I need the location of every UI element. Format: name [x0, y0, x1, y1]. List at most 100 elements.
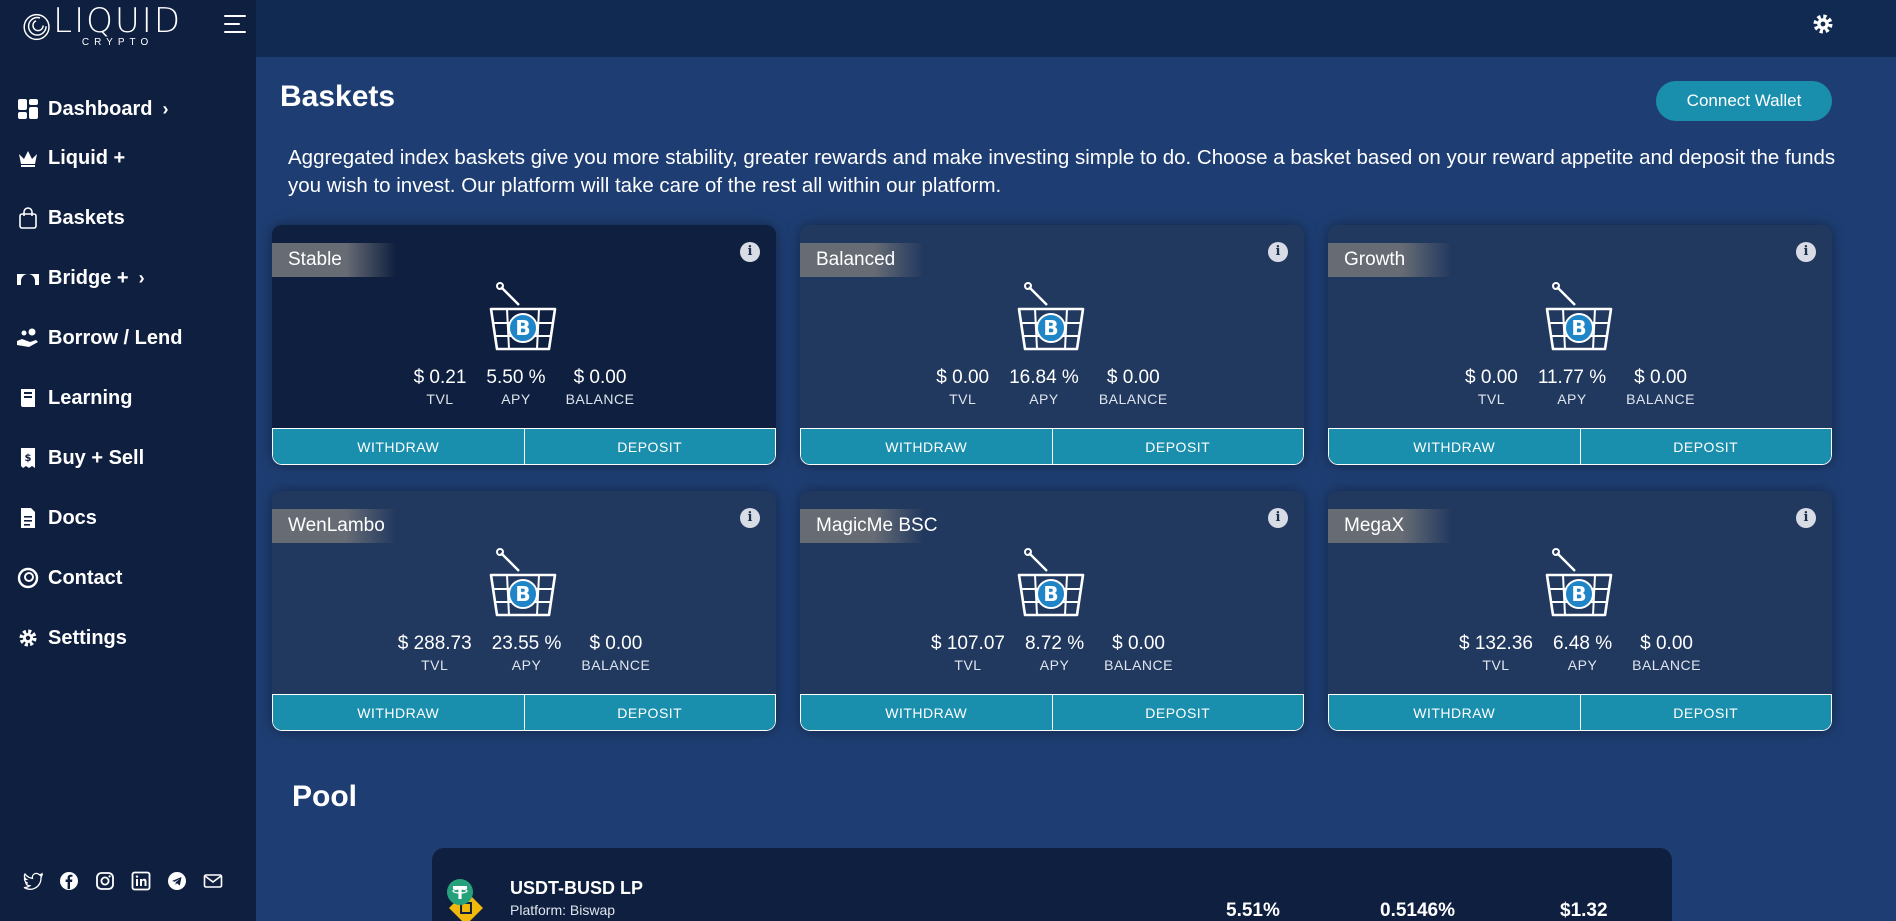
pool-row[interactable]: USDT-BUSD LP Platform: Biswap 5.51% 0.51…	[432, 848, 1672, 921]
info-icon[interactable]: i	[740, 242, 760, 262]
balance-stat: $ 0.00 BALANCE	[1632, 633, 1701, 675]
sidebar-item-baskets[interactable]: Baskets	[0, 188, 256, 248]
shopping-bag-icon	[16, 206, 40, 230]
pool-value: $1.32	[1560, 900, 1608, 921]
withdraw-button[interactable]: WITHDRAW	[801, 429, 1052, 464]
basket-name: MagicMe BSC	[800, 509, 937, 543]
basket-stats: $ 0.21 TVL 5.50 % APY $ 0.00 BALANCE	[272, 367, 776, 409]
withdraw-button[interactable]: WITHDRAW	[1329, 695, 1580, 730]
facebook-icon[interactable]	[58, 870, 80, 892]
pool-name: USDT-BUSD LP	[510, 878, 644, 898]
pool-platform: Platform: Biswap	[510, 902, 616, 918]
dashboard-icon	[16, 97, 40, 121]
apy-label: APY	[1557, 391, 1587, 407]
mail-icon[interactable]	[202, 870, 224, 892]
apy-stat: 6.48 % APY	[1553, 633, 1612, 675]
tvl-label: TVL	[1482, 657, 1510, 673]
sidebar-item-buy-sell[interactable]: $ Buy + Sell	[0, 428, 256, 488]
apy-value: 11.77 %	[1537, 367, 1607, 388]
basket-stats: $ 0.00 TVL 16.84 % APY $ 0.00 BALANCE	[800, 367, 1304, 409]
basket-actions: WITHDRAW DEPOSIT	[800, 694, 1304, 731]
sidebar-item-settings[interactable]: Settings	[0, 608, 256, 668]
deposit-button[interactable]: DEPOSIT	[523, 429, 775, 464]
sidebar-item-label: Bridge +	[48, 266, 129, 289]
apy-stat: 16.84 % APY	[1009, 367, 1079, 409]
sidebar-item-bridge[interactable]: Bridge + ›	[0, 248, 256, 308]
apy-label: APY	[501, 391, 531, 407]
sidebar-item-dashboard[interactable]: Dashboard ›	[0, 90, 256, 128]
apy-stat: 23.55 % APY	[492, 633, 562, 675]
sidebar-item-label: Settings	[48, 626, 127, 649]
spiral-logo-icon	[23, 13, 50, 41]
sidebar-item-docs[interactable]: Docs	[0, 488, 256, 548]
sidebar-item-contact[interactable]: Contact	[0, 548, 256, 608]
deposit-button[interactable]: DEPOSIT	[1051, 429, 1303, 464]
crown-icon	[16, 146, 40, 170]
sidebar-item-liquid-plus[interactable]: Liquid +	[0, 128, 256, 188]
svg-text:B: B	[515, 582, 530, 606]
withdraw-button[interactable]: WITHDRAW	[801, 695, 1052, 730]
basket-card: MagicMe BSC i B $ 107.07 TVL 8.72 % APY …	[800, 491, 1304, 731]
balance-label: BALANCE	[1098, 391, 1168, 407]
basket-bitcoin-icon: B	[1017, 548, 1085, 617]
hand-coins-icon	[16, 326, 40, 350]
withdraw-button[interactable]: WITHDRAW	[273, 695, 524, 730]
balance-stat: $ 0.00 BALANCE	[1626, 367, 1695, 409]
sidebar-nav: Dashboard › Liquid + Baskets Bridge + ›	[0, 90, 256, 668]
document-icon	[16, 506, 40, 530]
tvl-label: TVL	[426, 391, 454, 407]
sidebar-item-borrow-lend[interactable]: Borrow / Lend	[0, 308, 256, 368]
telegram-icon[interactable]	[166, 870, 188, 892]
basket-stats: $ 0.00 TVL 11.77 % APY $ 0.00 BALANCE	[1328, 367, 1832, 409]
withdraw-button[interactable]: WITHDRAW	[1329, 429, 1580, 464]
apy-stat: 11.77 % APY	[1538, 367, 1606, 409]
basket-actions: WITHDRAW DEPOSIT	[272, 694, 776, 731]
sidebar-item-learning[interactable]: Learning	[0, 368, 256, 428]
balance-stat: $ 0.00 BALANCE	[566, 367, 635, 409]
basket-card: MegaX i B $ 132.36 TVL 6.48 % APY $ 0.00…	[1328, 491, 1832, 731]
basket-actions: WITHDRAW DEPOSIT	[1328, 428, 1832, 465]
info-icon[interactable]: i	[1268, 508, 1288, 528]
bridge-icon	[16, 266, 40, 290]
balance-label: BALANCE	[565, 391, 635, 407]
tvl-stat: $ 288.73 TVL	[398, 633, 472, 675]
logo[interactable]: LIQUID CRYPTO	[22, 4, 182, 50]
basket-card: Balanced i B $ 0.00 TVL 16.84 % APY $ 0.…	[800, 225, 1304, 465]
info-icon[interactable]: i	[1268, 242, 1288, 262]
usdt-busd-token-icon	[447, 879, 483, 921]
tvl-stat: $ 0.21 TVL	[414, 367, 467, 409]
gear-icon	[16, 626, 40, 650]
pool-title: Pool	[292, 780, 357, 813]
deposit-button[interactable]: DEPOSIT	[523, 695, 775, 730]
info-icon[interactable]: i	[1796, 242, 1816, 262]
page-title: Baskets	[280, 80, 396, 113]
basket-card: WenLambo i B $ 288.73 TVL 23.55 % APY $ …	[272, 491, 776, 731]
basket-name: Balanced	[800, 243, 924, 277]
info-icon[interactable]: i	[740, 508, 760, 528]
connect-wallet-button[interactable]: Connect Wallet	[1656, 81, 1832, 121]
deposit-button[interactable]: DEPOSIT	[1579, 695, 1831, 730]
tvl-stat: $ 0.00 TVL	[1465, 367, 1518, 409]
sidebar-item-label: Contact	[48, 566, 123, 589]
basket-bitcoin-icon: B	[489, 548, 557, 617]
deposit-button[interactable]: DEPOSIT	[1051, 695, 1303, 730]
deposit-button[interactable]: DEPOSIT	[1579, 429, 1831, 464]
linkedin-icon[interactable]	[130, 870, 152, 892]
apy-value: 23.55 %	[491, 633, 562, 654]
settings-gear-icon[interactable]	[1812, 13, 1834, 35]
twitter-icon[interactable]	[22, 870, 44, 892]
svg-text:B: B	[1043, 316, 1058, 340]
social-links	[22, 870, 224, 892]
sidebar-item-label: Buy + Sell	[48, 446, 145, 469]
apy-stat: 8.72 % APY	[1025, 633, 1084, 675]
withdraw-button[interactable]: WITHDRAW	[273, 429, 524, 464]
sidebar: LIQUID CRYPTO Dashboard › Liquid + Baske…	[0, 0, 256, 921]
instagram-icon[interactable]	[94, 870, 116, 892]
apy-value: 16.84 %	[1009, 367, 1079, 388]
basket-name: MegaX	[1328, 509, 1452, 543]
chevron-right-icon: ›	[138, 267, 145, 288]
tvl-value: $ 288.73	[397, 633, 472, 654]
info-icon[interactable]: i	[1796, 508, 1816, 528]
basket-stats: $ 132.36 TVL 6.48 % APY $ 0.00 BALANCE	[1328, 633, 1832, 675]
menu-toggle-icon[interactable]	[224, 15, 246, 33]
